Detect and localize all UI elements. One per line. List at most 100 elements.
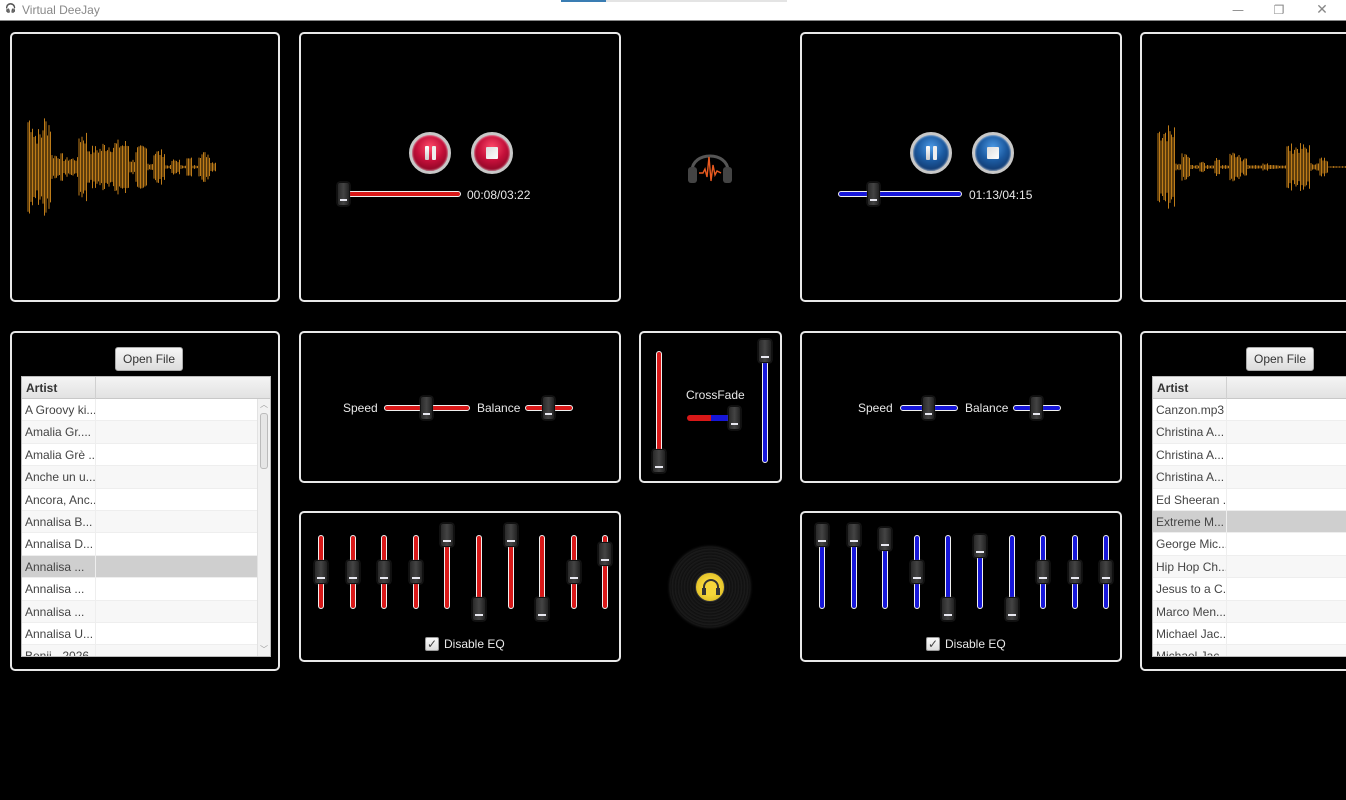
slider-thumb[interactable] bbox=[652, 449, 666, 473]
playlist-row[interactable]: Annalisa ... bbox=[22, 600, 270, 623]
slider-thumb[interactable] bbox=[1099, 560, 1114, 584]
playlist-row[interactable]: Jesus to a C... bbox=[1153, 578, 1346, 601]
eq-band-slider-2[interactable] bbox=[345, 535, 360, 609]
eq-band-slider-9[interactable] bbox=[566, 535, 581, 609]
maximize-button[interactable]: ❐ bbox=[1257, 0, 1301, 21]
playlist-row[interactable]: Christina A... bbox=[1153, 421, 1346, 444]
playlist-row[interactable]: Canzon.mp3 bbox=[1153, 399, 1346, 422]
deck-b-stop-button[interactable] bbox=[972, 132, 1014, 174]
playlist-row[interactable]: Michael Jac... bbox=[1153, 622, 1346, 646]
slider-thumb[interactable] bbox=[542, 396, 555, 420]
eq-band-slider-6[interactable] bbox=[973, 534, 987, 609]
slider-thumb[interactable] bbox=[846, 523, 861, 547]
eq-band-slider-4[interactable] bbox=[408, 535, 423, 609]
slider-thumb[interactable] bbox=[408, 560, 423, 584]
slider-thumb[interactable] bbox=[440, 523, 455, 547]
eq-band-slider-8[interactable] bbox=[535, 535, 550, 621]
playlist-row[interactable]: Extreme M... bbox=[1153, 510, 1346, 534]
playlist-row[interactable]: Christina A... bbox=[1153, 443, 1346, 467]
playlist-row[interactable]: Amalia Gr.... bbox=[22, 421, 270, 444]
slider-thumb[interactable] bbox=[420, 396, 433, 420]
deck-a-pause-button[interactable] bbox=[409, 132, 451, 174]
eq-band-slider-1[interactable] bbox=[815, 523, 829, 609]
deck-a-position-slider[interactable] bbox=[336, 182, 461, 206]
scroll-thumb[interactable] bbox=[260, 413, 268, 469]
eq-band-slider-7[interactable] bbox=[1004, 535, 1019, 621]
playlist-row[interactable]: Michael Jac... bbox=[1153, 645, 1346, 656]
slider-thumb[interactable] bbox=[1004, 597, 1019, 621]
eq-band-slider-7[interactable] bbox=[503, 523, 518, 609]
playlist-row[interactable]: Hip Hop Ch... bbox=[1153, 555, 1346, 579]
slider-thumb[interactable] bbox=[345, 560, 360, 584]
eq-band-slider-3[interactable] bbox=[377, 535, 392, 609]
playlist-row[interactable]: Amalia Grè ... bbox=[22, 443, 270, 467]
playlist-row[interactable]: George Mic... bbox=[1153, 533, 1346, 556]
eq-band-slider-5[interactable] bbox=[941, 535, 956, 621]
deck-b-open-file-button[interactable]: Open File bbox=[1246, 347, 1315, 371]
scroll-down-icon[interactable]: ﹀ bbox=[258, 644, 270, 656]
playlist-row[interactable]: Benji - 2026... bbox=[22, 645, 270, 656]
slider-thumb[interactable] bbox=[922, 396, 935, 420]
slider-thumb[interactable] bbox=[815, 523, 829, 547]
slider-thumb[interactable] bbox=[728, 406, 741, 430]
slider-thumb[interactable] bbox=[598, 541, 613, 566]
playlist-row[interactable]: Annalisa B... bbox=[22, 510, 270, 534]
slider-thumb[interactable] bbox=[535, 597, 550, 621]
playlist-row[interactable]: Annalisa D... bbox=[22, 533, 270, 556]
crossfade-slider[interactable] bbox=[687, 406, 741, 430]
deck-b-pause-button[interactable] bbox=[910, 132, 952, 174]
deck-a-open-file-button[interactable]: Open File bbox=[115, 347, 184, 371]
eq-band-slider-1[interactable] bbox=[314, 535, 328, 609]
slider-thumb[interactable] bbox=[503, 523, 518, 547]
artist-column-header[interactable]: Artist bbox=[1153, 377, 1227, 399]
deck-a-volume-slider[interactable] bbox=[652, 351, 666, 473]
slider-thumb[interactable] bbox=[377, 560, 392, 584]
playlist-row[interactable]: Annalisa ... bbox=[22, 578, 270, 601]
slider-thumb[interactable] bbox=[909, 560, 924, 584]
deck-a-balance-slider[interactable] bbox=[525, 396, 573, 420]
slider-thumb[interactable] bbox=[941, 597, 956, 621]
slider-thumb[interactable] bbox=[1036, 560, 1051, 584]
slider-thumb[interactable] bbox=[314, 560, 328, 584]
eq-band-slider-9[interactable] bbox=[1067, 535, 1082, 609]
eq-band-slider-4[interactable] bbox=[909, 535, 924, 609]
deck-a-stop-button[interactable] bbox=[471, 132, 513, 174]
eq-band-slider-3[interactable] bbox=[878, 526, 893, 609]
slider-thumb[interactable] bbox=[472, 597, 486, 621]
eq-band-slider-5[interactable] bbox=[440, 523, 455, 609]
playlist-row[interactable]: A Groovy ki... bbox=[22, 399, 270, 422]
playlist-row[interactable]: Christina A... bbox=[1153, 466, 1346, 489]
deck-a-playlist-table[interactable]: Artist A Groovy ki... Amalia Gr.... Amalia… bbox=[21, 376, 271, 657]
slider-thumb[interactable] bbox=[878, 526, 893, 551]
eq-band-slider-8[interactable] bbox=[1036, 535, 1051, 609]
eq-band-slider-2[interactable] bbox=[846, 523, 861, 609]
deck-b-speed-slider[interactable] bbox=[900, 396, 958, 420]
deck-a-speed-slider[interactable] bbox=[384, 396, 470, 420]
deck-a-disable-eq-checkbox[interactable]: ✓ bbox=[425, 637, 439, 651]
slider-thumb[interactable] bbox=[973, 534, 987, 559]
close-button[interactable]: ✕ bbox=[1300, 0, 1344, 21]
playlist-row[interactable]: Ancora, Anc... bbox=[22, 488, 270, 511]
deck-b-position-slider[interactable] bbox=[838, 182, 962, 206]
playlist-row[interactable]: Annalisa U... bbox=[22, 622, 270, 646]
artist-column-header[interactable]: Artist bbox=[22, 377, 96, 399]
slider-thumb[interactable] bbox=[1030, 396, 1043, 420]
slider-thumb[interactable] bbox=[566, 560, 581, 584]
playlist-row[interactable]: Annalisa ... bbox=[22, 555, 270, 579]
slider-thumb[interactable] bbox=[758, 339, 772, 363]
eq-band-slider-10[interactable] bbox=[598, 535, 613, 609]
minimize-button[interactable]: — bbox=[1216, 0, 1260, 21]
deck-b-balance-slider[interactable] bbox=[1013, 396, 1061, 420]
slider-thumb[interactable] bbox=[336, 182, 350, 206]
deck-a-playlist-scrollbar[interactable]: ︿ ﹀ bbox=[257, 399, 270, 656]
eq-band-slider-10[interactable] bbox=[1099, 535, 1114, 609]
slider-thumb[interactable] bbox=[866, 182, 880, 206]
deck-b-volume-slider[interactable] bbox=[758, 339, 772, 463]
playlist-row[interactable]: Ed Sheeran ... bbox=[1153, 488, 1346, 511]
playlist-row[interactable]: Anche un u... bbox=[22, 466, 270, 489]
scroll-up-icon[interactable]: ︿ bbox=[258, 399, 270, 411]
slider-thumb[interactable] bbox=[1067, 560, 1082, 584]
eq-band-slider-6[interactable] bbox=[472, 535, 486, 621]
deck-b-disable-eq-checkbox[interactable]: ✓ bbox=[926, 637, 940, 651]
playlist-row[interactable]: Marco Men... bbox=[1153, 600, 1346, 623]
